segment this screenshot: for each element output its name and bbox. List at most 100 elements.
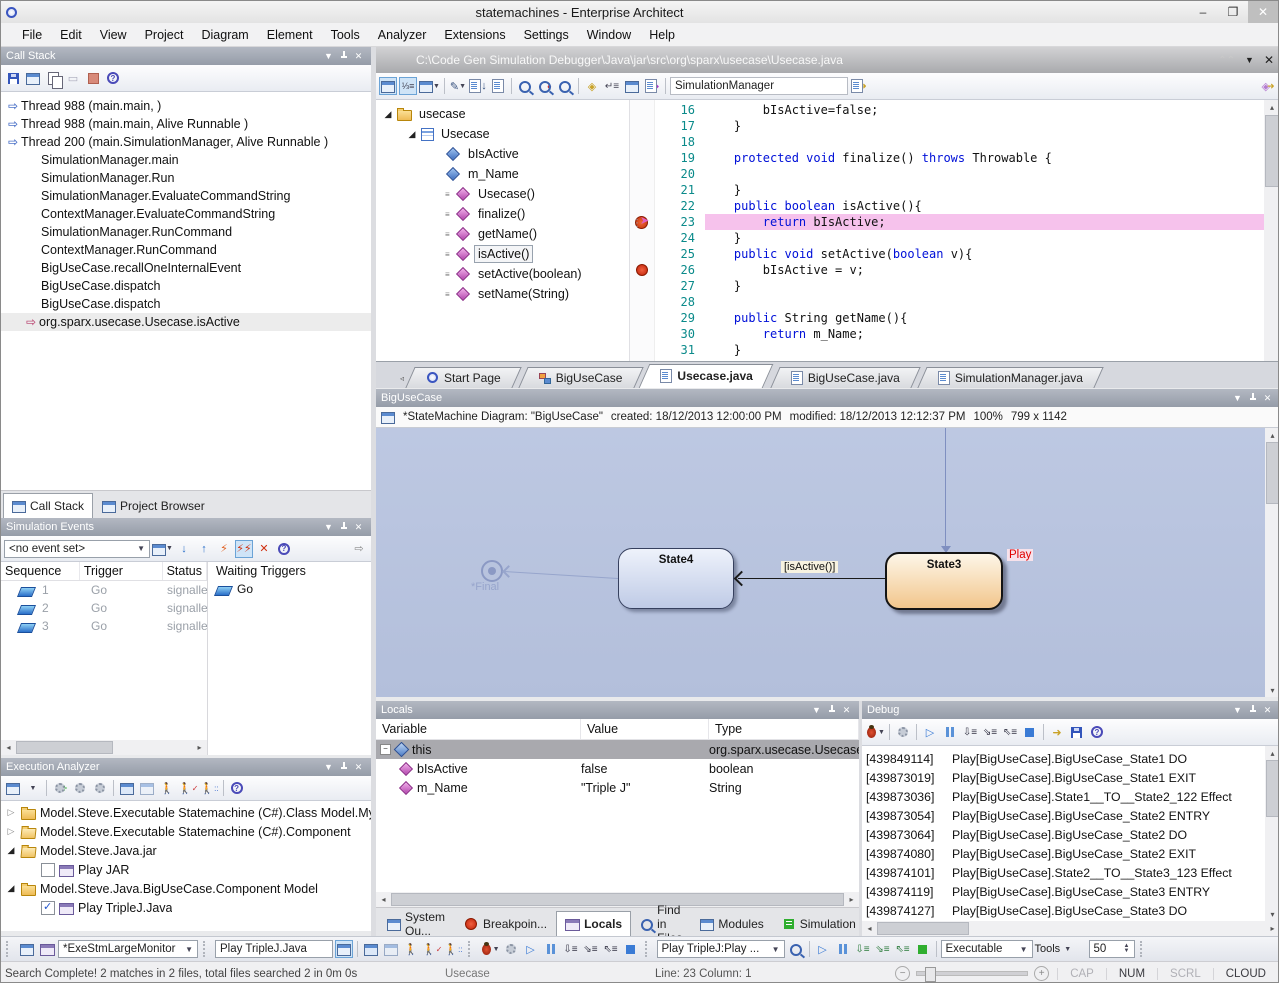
bt-debugger-menu-icon[interactable]: ▼ [480,940,500,958]
locals-menu-icon[interactable]: ▼ [809,705,824,715]
next-event-icon[interactable]: ⇨ [350,540,368,558]
line-numbers-icon[interactable]: ⅓≡ [399,77,417,95]
analyzer-active-icon[interactable] [335,940,353,958]
debug-header[interactable]: Debug ▼ ✕ [862,701,1279,719]
menu-analyzer[interactable]: Analyzer [369,28,436,42]
menu-view[interactable]: View [91,28,136,42]
code-line[interactable]: 31 } [655,342,1264,358]
execution-analyzer-pin-icon[interactable] [336,762,351,773]
expander-minus-icon[interactable]: − [380,744,391,755]
debug-run-icon[interactable]: ▷ [921,723,939,741]
debug-pin-icon[interactable] [1245,705,1260,716]
menu-diagram[interactable]: Diagram [192,28,257,42]
intellisense-icon[interactable]: ◈➜ [1259,77,1277,95]
bt-step-over-icon[interactable]: ⇩≡ [562,940,580,958]
call-stack-frame[interactable]: SimulationManager.EvaluateCommandString [1,187,371,205]
editor-tab-usecase-java[interactable]: Usecase.java [644,364,768,388]
transition-guard-label[interactable]: [isActive()] [781,561,838,573]
script-checkbox[interactable] [41,863,55,877]
menu-project[interactable]: Project [136,28,193,42]
diagram-vscrollbar[interactable]: ▴ ▾ [1265,428,1279,697]
tools-dropdown[interactable]: Tools ▼ [1035,940,1087,958]
search-model-icon[interactable] [556,77,574,95]
editor-tab-simulationmanager-java[interactable]: SimulationManager.java [922,367,1099,388]
editor-tree-item[interactable]: ◢usecase [376,104,629,124]
debug-log-entry[interactable]: [439873064]Play[BigUseCase].BigUseCase_S… [862,825,1265,844]
diagram-menu-icon[interactable]: ▼ [1230,393,1245,403]
structure-tree-icon[interactable] [379,77,397,95]
code-line[interactable]: 25 public void setActive(boolean v){ [655,246,1264,262]
sim-step-out-icon[interactable]: ⇖≡ [894,940,912,958]
menu-file[interactable]: File [13,28,51,42]
tab-locals[interactable]: Locals [556,911,631,936]
call-stack-frame[interactable]: ⇨Thread 200 (main.SimulationManager, Ali… [1,133,371,151]
editor-tree-item[interactable]: ≡Usecase() [376,184,629,204]
debug-close-icon[interactable]: ✕ [1260,705,1275,716]
menu-tools[interactable]: Tools [322,28,369,42]
copy-icon[interactable] [44,69,62,87]
transition-state4-to-final[interactable] [504,571,620,579]
col-type[interactable]: Type [709,719,859,739]
bt-step-out-icon[interactable]: ⇖≡ [602,940,620,958]
locals-close-icon[interactable]: ✕ [839,705,854,716]
call-stack-close-icon[interactable]: ✕ [351,51,366,62]
call-stack-header[interactable]: Call Stack ▼ ✕ [1,47,371,65]
bt-cancel-build-icon[interactable] [382,940,400,958]
expanded-icon[interactable]: ◢ [382,109,394,120]
analyzer-tree-item[interactable]: ▷Model.Steve.Executable Statemachine (C#… [1,822,371,841]
zoom-slider-thumb[interactable] [925,967,936,982]
close-button[interactable]: ✕ [1248,1,1278,23]
locals-header[interactable]: Locals ▼ ✕ [376,701,859,719]
import-doc-icon[interactable]: ↓ [469,77,487,95]
sim-events-help-icon[interactable]: ? [275,540,293,558]
code-line[interactable]: 24 } [655,230,1264,246]
editor-tree-item[interactable]: bIsActive [376,144,629,164]
find-binoculars-icon[interactable] [516,77,534,95]
frame-icon[interactable] [84,69,102,87]
sim-step-into-icon[interactable]: ⇘≡ [874,940,892,958]
code-line[interactable]: 27 } [655,278,1264,294]
call-stack-frame[interactable]: SimulationManager.main [1,151,371,169]
diagram-close-icon[interactable]: ✕ [1260,393,1275,404]
bt-run-check-icon[interactable]: 🚶✓ [422,940,442,958]
expanded-icon[interactable]: ◢ [406,129,418,140]
debug-menu-icon[interactable]: ▼ [1230,705,1245,715]
call-stack-frame[interactable]: BigUseCase.dispatch [1,277,371,295]
move-down-icon[interactable]: ↓ [175,540,193,558]
help-icon[interactable]: ? [104,69,122,87]
col-status[interactable]: Status [163,562,207,580]
code-line[interactable]: 22 public boolean isActive(){ [655,198,1264,214]
copy-tree-icon[interactable] [24,69,42,87]
code-line[interactable]: 30 return m_Name; [655,326,1264,342]
monitor-combo[interactable]: *ExeStmLargeMonitor ▼ [58,940,198,958]
monitor-image-icon[interactable] [38,940,56,958]
debug-log-entry[interactable]: [439874080]Play[BigUseCase].BigUseCase_S… [862,844,1265,863]
editor-tree-item[interactable]: ≡isActive() [376,244,629,264]
state3-node[interactable]: State3 [885,552,1003,610]
menu-help[interactable]: Help [640,28,684,42]
sync-diamond-icon[interactable]: ◈ [583,77,601,95]
editor-tree-item[interactable]: ◢Usecase [376,124,629,144]
bt-debug-stop-icon[interactable] [622,940,640,958]
properties-icon[interactable]: ▼ [419,77,440,95]
bt-debug-pause-icon[interactable] [542,940,560,958]
locals-row[interactable]: −thisorg.sparx.usecase.Usecase [376,740,859,759]
analyzer-tree-item[interactable]: Play JAR [1,860,371,879]
code-line[interactable]: 29 public String getName(){ [655,310,1264,326]
menu-window[interactable]: Window [578,28,640,42]
debug-continue-icon[interactable]: ➜ [1048,723,1066,741]
menu-settings[interactable]: Settings [515,28,578,42]
zoom-slider[interactable]: − + [895,966,1049,981]
debugger-menu-icon[interactable]: ▼ [865,723,885,741]
code-line[interactable]: 21 } [655,182,1264,198]
call-stack-frame[interactable]: SimulationManager.RunCommand [1,223,371,241]
editor-tree-item[interactable]: m_Name [376,164,629,184]
code-line[interactable]: 18 [655,134,1264,150]
tab-modules[interactable]: Modules [691,912,772,936]
tab-find-in-files[interactable]: Find in Files [631,912,691,936]
simulation-events-pin-icon[interactable] [336,522,351,533]
collapsed-icon[interactable]: ▷ [5,807,17,818]
call-stack-menu-icon[interactable]: ▼ [321,51,336,61]
sim-event-row[interactable]: 3Gosignalled [1,617,207,635]
debug-log-entry[interactable]: [439873019]Play[BigUseCase].BigUseCase_S… [862,768,1265,787]
